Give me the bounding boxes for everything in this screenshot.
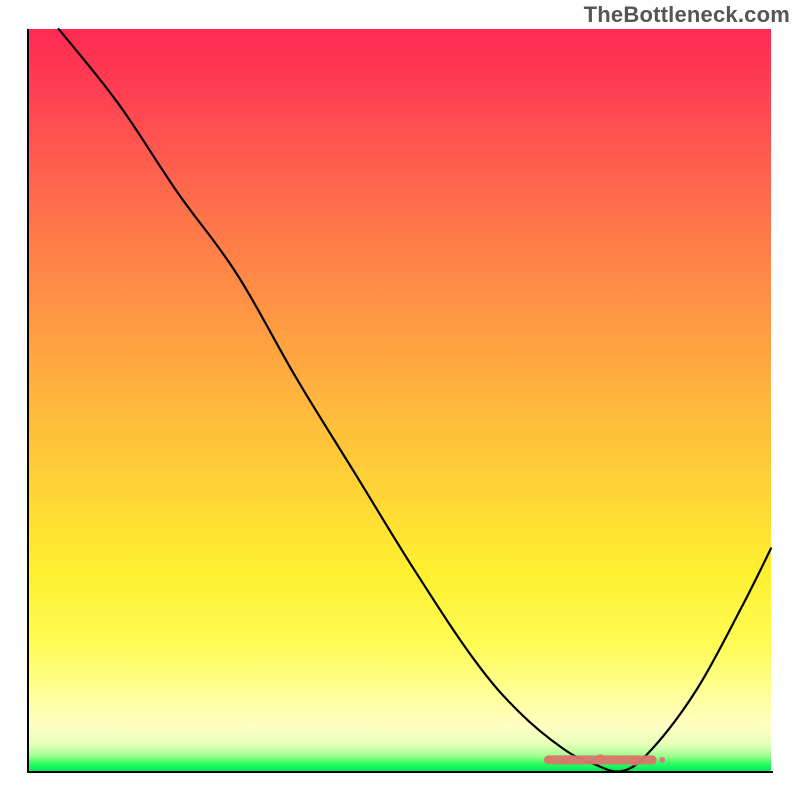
attribution-text: TheBottleneck.com — [584, 2, 790, 28]
chart-container: TheBottleneck.com — [0, 0, 800, 800]
x-axis-line — [27, 771, 773, 773]
y-axis-line — [27, 29, 29, 773]
optimal-range-marker — [29, 29, 771, 771]
